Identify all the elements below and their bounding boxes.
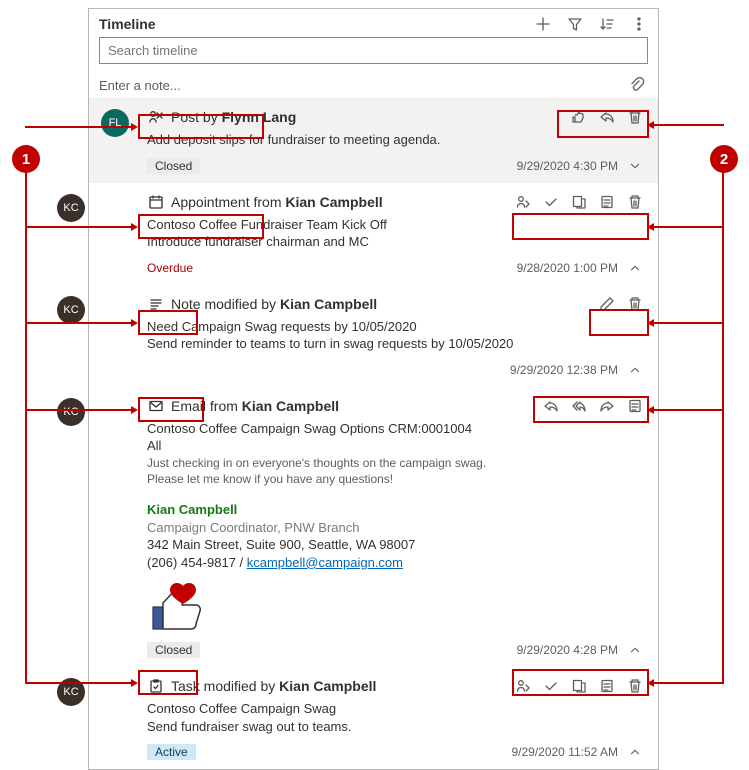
timeline-title: Timeline: [99, 16, 534, 32]
open-icon[interactable]: [570, 193, 588, 211]
timestamp: 9/29/2020 4:30 PM: [517, 159, 618, 173]
post-icon: [147, 108, 165, 126]
note-icon[interactable]: [626, 397, 644, 415]
replyall-icon[interactable]: [570, 397, 588, 415]
timestamp: 9/29/2020 4:28 PM: [517, 643, 618, 657]
activity-title: Note modified by Kian Campbell: [171, 296, 377, 312]
avatar: KC: [57, 398, 85, 426]
chevron-up-icon[interactable]: [626, 641, 644, 659]
timeline-item-post[interactable]: FL Post by Flynn Lang Add deposit slips fo…: [89, 98, 658, 183]
add-icon[interactable]: [534, 15, 552, 33]
assign-icon[interactable]: [514, 193, 532, 211]
like-icon[interactable]: [570, 108, 588, 126]
enter-note-input[interactable]: Enter a note...: [99, 78, 628, 93]
activity-body: Contoso Coffee Campaign Swag Options CRM…: [147, 420, 644, 634]
note-icon[interactable]: [598, 193, 616, 211]
status-badge: Active: [147, 744, 196, 760]
assign-icon[interactable]: [514, 677, 532, 695]
open-icon[interactable]: [570, 677, 588, 695]
status-badge: Closed: [147, 158, 200, 174]
chevron-up-icon[interactable]: [626, 259, 644, 277]
activity-title: Email from Kian Campbell: [171, 398, 339, 414]
activity-title: Appointment from Kian Campbell: [171, 194, 383, 210]
complete-icon[interactable]: [542, 193, 560, 211]
embedded-image: [147, 581, 217, 633]
status-badge: Closed: [147, 642, 200, 658]
note-icon[interactable]: [598, 677, 616, 695]
chevron-up-icon[interactable]: [626, 361, 644, 379]
avatar: FL: [101, 109, 129, 137]
email-icon: [147, 397, 165, 415]
timeline-item-appointment[interactable]: KCAppointment from Kian CampbellContoso …: [89, 183, 658, 285]
delete-icon[interactable]: [626, 295, 644, 313]
delete-icon[interactable]: [626, 677, 644, 695]
edit-icon[interactable]: [598, 295, 616, 313]
status-badge: Overdue: [147, 260, 201, 276]
timeline-item-note[interactable]: KCNote modified by Kian CampbellNeed Cam…: [89, 285, 658, 387]
callout-badge-1: 1: [12, 145, 40, 173]
activity-title: Post by Flynn Lang: [171, 109, 296, 125]
delete-icon[interactable]: [626, 193, 644, 211]
avatar: KC: [57, 296, 85, 324]
search-input[interactable]: [99, 37, 648, 64]
sort-icon[interactable]: [598, 15, 616, 33]
complete-icon[interactable]: [542, 677, 560, 695]
activity-body: Contoso Coffee Campaign SwagSend fundrai…: [147, 700, 644, 735]
reply-icon[interactable]: [542, 397, 560, 415]
chevron-up-icon[interactable]: [626, 743, 644, 761]
activity-body: Add deposit slips for fundraiser to meet…: [147, 131, 644, 149]
reply-icon[interactable]: [598, 108, 616, 126]
forward-icon[interactable]: [598, 397, 616, 415]
email-link[interactable]: kcampbell@campaign.com: [247, 555, 403, 570]
appointment-icon: [147, 193, 165, 211]
task-icon: [147, 677, 165, 695]
timestamp: 9/29/2020 12:38 PM: [510, 363, 618, 377]
timeline-item-task[interactable]: KCTask modified by Kian CampbellContoso …: [89, 667, 658, 769]
attachment-icon[interactable]: [628, 76, 646, 94]
timeline-header: Timeline: [89, 9, 658, 37]
timeline-panel: Timeline Enter a note... FL Post by Flynn…: [88, 8, 659, 770]
avatar: KC: [57, 194, 85, 222]
activity-body: Contoso Coffee Fundraiser Team Kick OffI…: [147, 216, 644, 251]
note-icon: [147, 295, 165, 313]
activity-title: Task modified by Kian Campbell: [171, 678, 376, 694]
more-icon[interactable]: [630, 15, 648, 33]
activity-body: Need Campaign Swag requests by 10/05/202…: [147, 318, 644, 353]
delete-icon[interactable]: [626, 108, 644, 126]
callout-badge-2: 2: [710, 145, 738, 173]
timestamp: 9/29/2020 11:52 AM: [511, 745, 618, 759]
timestamp: 9/28/2020 1:00 PM: [517, 261, 618, 275]
filter-icon[interactable]: [566, 15, 584, 33]
chevron-down-icon[interactable]: [626, 157, 644, 175]
timeline-item-email[interactable]: KCEmail from Kian CampbellContoso Coffee…: [89, 387, 658, 668]
